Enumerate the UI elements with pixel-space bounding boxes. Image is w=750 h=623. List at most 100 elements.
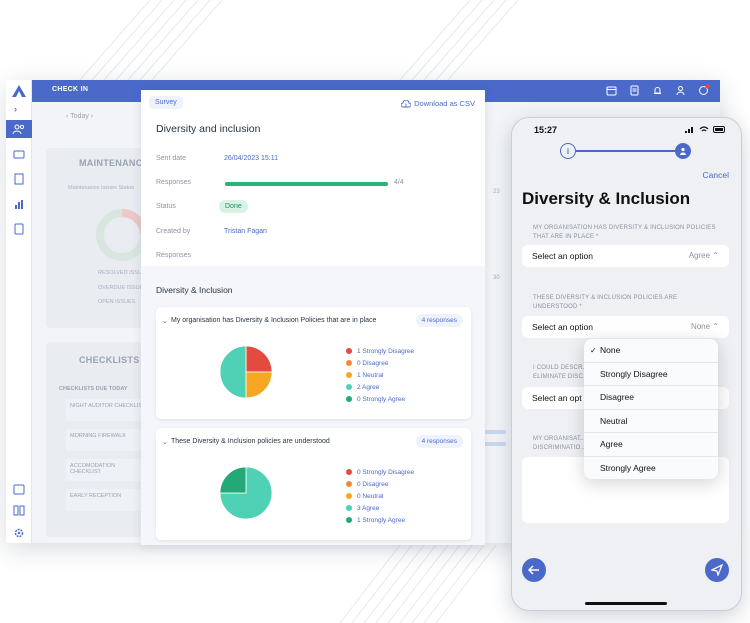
legend-dot (346, 517, 352, 523)
download-csv-button[interactable]: Download as CSV (401, 99, 475, 108)
survey-title: Diversity and inclusion (156, 123, 261, 135)
responses-label: Responses (156, 179, 192, 186)
responses-progress-fill (225, 182, 388, 186)
select-label: Select an option (532, 251, 593, 261)
checklist-row-label: EARLY RECEPTION (70, 493, 122, 499)
legend-item: 1 Strongly Agree (346, 514, 414, 526)
dropdown-option[interactable]: Strongly Agree (584, 457, 718, 480)
question-select[interactable]: Select an option Agree ⌃ (522, 245, 729, 267)
responses-progress-bar (225, 182, 388, 186)
sent-date-value: 26/04/2023 15:11 (224, 155, 278, 162)
legend-item: 0 Strongly Agree (346, 393, 414, 405)
chevron-down-icon[interactable]: ⌄ (162, 438, 168, 446)
legend-item: 3 Agree (346, 502, 414, 514)
tablet-icon[interactable] (12, 223, 26, 235)
legend-item: 0 Strongly Disagree (346, 466, 414, 478)
question-card[interactable]: ⌄ My organisation has Diversity & Inclus… (156, 307, 471, 419)
send-button[interactable] (705, 558, 729, 582)
bell-icon[interactable] (651, 84, 664, 97)
checklist-row-label: NIGHT AUDITOR CHECKLIST (70, 403, 146, 409)
checklist-row-label: ACCOMODATION CHECKLIST (70, 463, 116, 475)
select-label: Select an option (532, 322, 593, 332)
survey-tag: Survey (149, 96, 183, 109)
legend-label: 0 Neutral (357, 492, 384, 500)
step-user-icon[interactable] (675, 143, 691, 159)
question-label: MY ORGANISATION HAS DIVERSITY & INCLUSIO… (533, 225, 716, 240)
checklist-row[interactable]: ACCOMODATION CHECKLIST (66, 459, 146, 481)
question-legend: 0 Strongly Disagree 0 Disagree 0 Neutral 3 … (346, 466, 414, 526)
dropdown-option[interactable]: Neutral (584, 410, 718, 433)
dropdown-option[interactable]: ✓ None (584, 339, 718, 363)
dropdown-option-label: None (600, 345, 621, 356)
checklist-row[interactable]: NIGHT AUDITOR CHECKLIST (66, 399, 146, 421)
responses-count: 4/4 (394, 179, 404, 186)
checklist-row[interactable]: EARLY RECEPTION (66, 489, 146, 511)
dropdown-option-label: Disagree (600, 392, 635, 403)
checklist-row[interactable]: MORNING FIREWALK (66, 429, 146, 451)
select-label: Select an opt (532, 393, 582, 403)
legend-dot (346, 481, 352, 487)
dropdown-option-label: Neutral (600, 415, 628, 426)
date-nav[interactable]: ‹ Today › (66, 113, 93, 120)
legend-item: 0 Neutral (346, 490, 414, 502)
back-button[interactable] (522, 558, 546, 582)
legend-item: 1 Neutral (346, 369, 414, 381)
user-icon[interactable] (674, 84, 687, 97)
phone-title: Diversity & Inclusion (522, 189, 691, 208)
calendar-number: 30 (493, 275, 500, 281)
box-icon[interactable] (12, 148, 26, 160)
status-time: 15:27 (534, 125, 558, 135)
calendar-icon[interactable] (605, 84, 618, 97)
responses-pill: 4 responses (415, 435, 463, 448)
calendar-rail-icon[interactable] (12, 483, 26, 495)
legend-item: 2 Agree (346, 381, 414, 393)
legend-item: 1 Strongly Disagree (346, 345, 414, 357)
date-nav-label: Today (70, 113, 89, 120)
document-icon[interactable] (628, 84, 641, 97)
legend-dot (346, 469, 352, 475)
book-icon[interactable] (12, 504, 26, 516)
dropdown-option-label: Strongly Agree (600, 463, 656, 474)
maintenance-title: MAINTENANCE (79, 158, 149, 168)
legend-dot (346, 384, 352, 390)
legend-item: 0 Disagree (346, 357, 414, 369)
dropdown-option-label: Agree (600, 439, 623, 450)
dropdown-option[interactable]: Agree (584, 433, 718, 457)
legend-dot (346, 493, 352, 499)
dropdown-option-label: Strongly Disagree (600, 368, 668, 379)
dropdown-option[interactable]: Disagree (584, 386, 718, 410)
legend-dot (346, 505, 352, 511)
signal-icon (685, 127, 693, 133)
app-title: CHECK IN (52, 86, 89, 93)
expand-chevron-icon[interactable]: › (14, 104, 17, 114)
question-select[interactable]: Select an option None ⌃ (522, 316, 729, 338)
legend-label: 1 Strongly Agree (357, 516, 406, 524)
arrow-left-icon (528, 565, 539, 575)
legend-overdue: OVERDUE ISSUES (98, 285, 147, 291)
guests-icon[interactable] (12, 123, 26, 135)
send-icon (711, 564, 723, 576)
dropdown-option[interactable]: Strongly Disagree (584, 363, 718, 386)
building-icon[interactable] (12, 173, 26, 185)
question-card[interactable]: ⌄ These Diversity & Inclusion policies a… (156, 428, 471, 540)
legend-label: 1 Strongly Disagree (357, 347, 415, 355)
settings-gear-icon[interactable] (12, 527, 26, 539)
cancel-button[interactable]: Cancel (703, 170, 729, 180)
responses-label-2: Responses (156, 252, 192, 259)
stepper-line (576, 150, 684, 152)
tasks-icon[interactable] (697, 84, 710, 97)
legend-label: 3 Agree (357, 504, 380, 512)
legend-label: 0 Strongly Disagree (357, 468, 415, 476)
legend-dot (346, 396, 352, 402)
checklist-row-label: MORNING FIREWALK (70, 433, 127, 439)
status-icons (685, 126, 727, 133)
pie-slice-agree (220, 345, 247, 399)
chevron-down-icon[interactable]: ⌄ (162, 317, 168, 325)
step-info-icon[interactable]: i (560, 143, 576, 159)
checkmark-icon: ✓ (590, 345, 597, 355)
created-by-value[interactable]: Tristan Fagan (224, 228, 267, 235)
status-label: Status (156, 203, 176, 210)
battery-icon (713, 126, 725, 133)
question-legend: 1 Strongly Disagree 0 Disagree 1 Neutral 2 … (346, 345, 414, 405)
chart-icon[interactable] (12, 198, 26, 210)
